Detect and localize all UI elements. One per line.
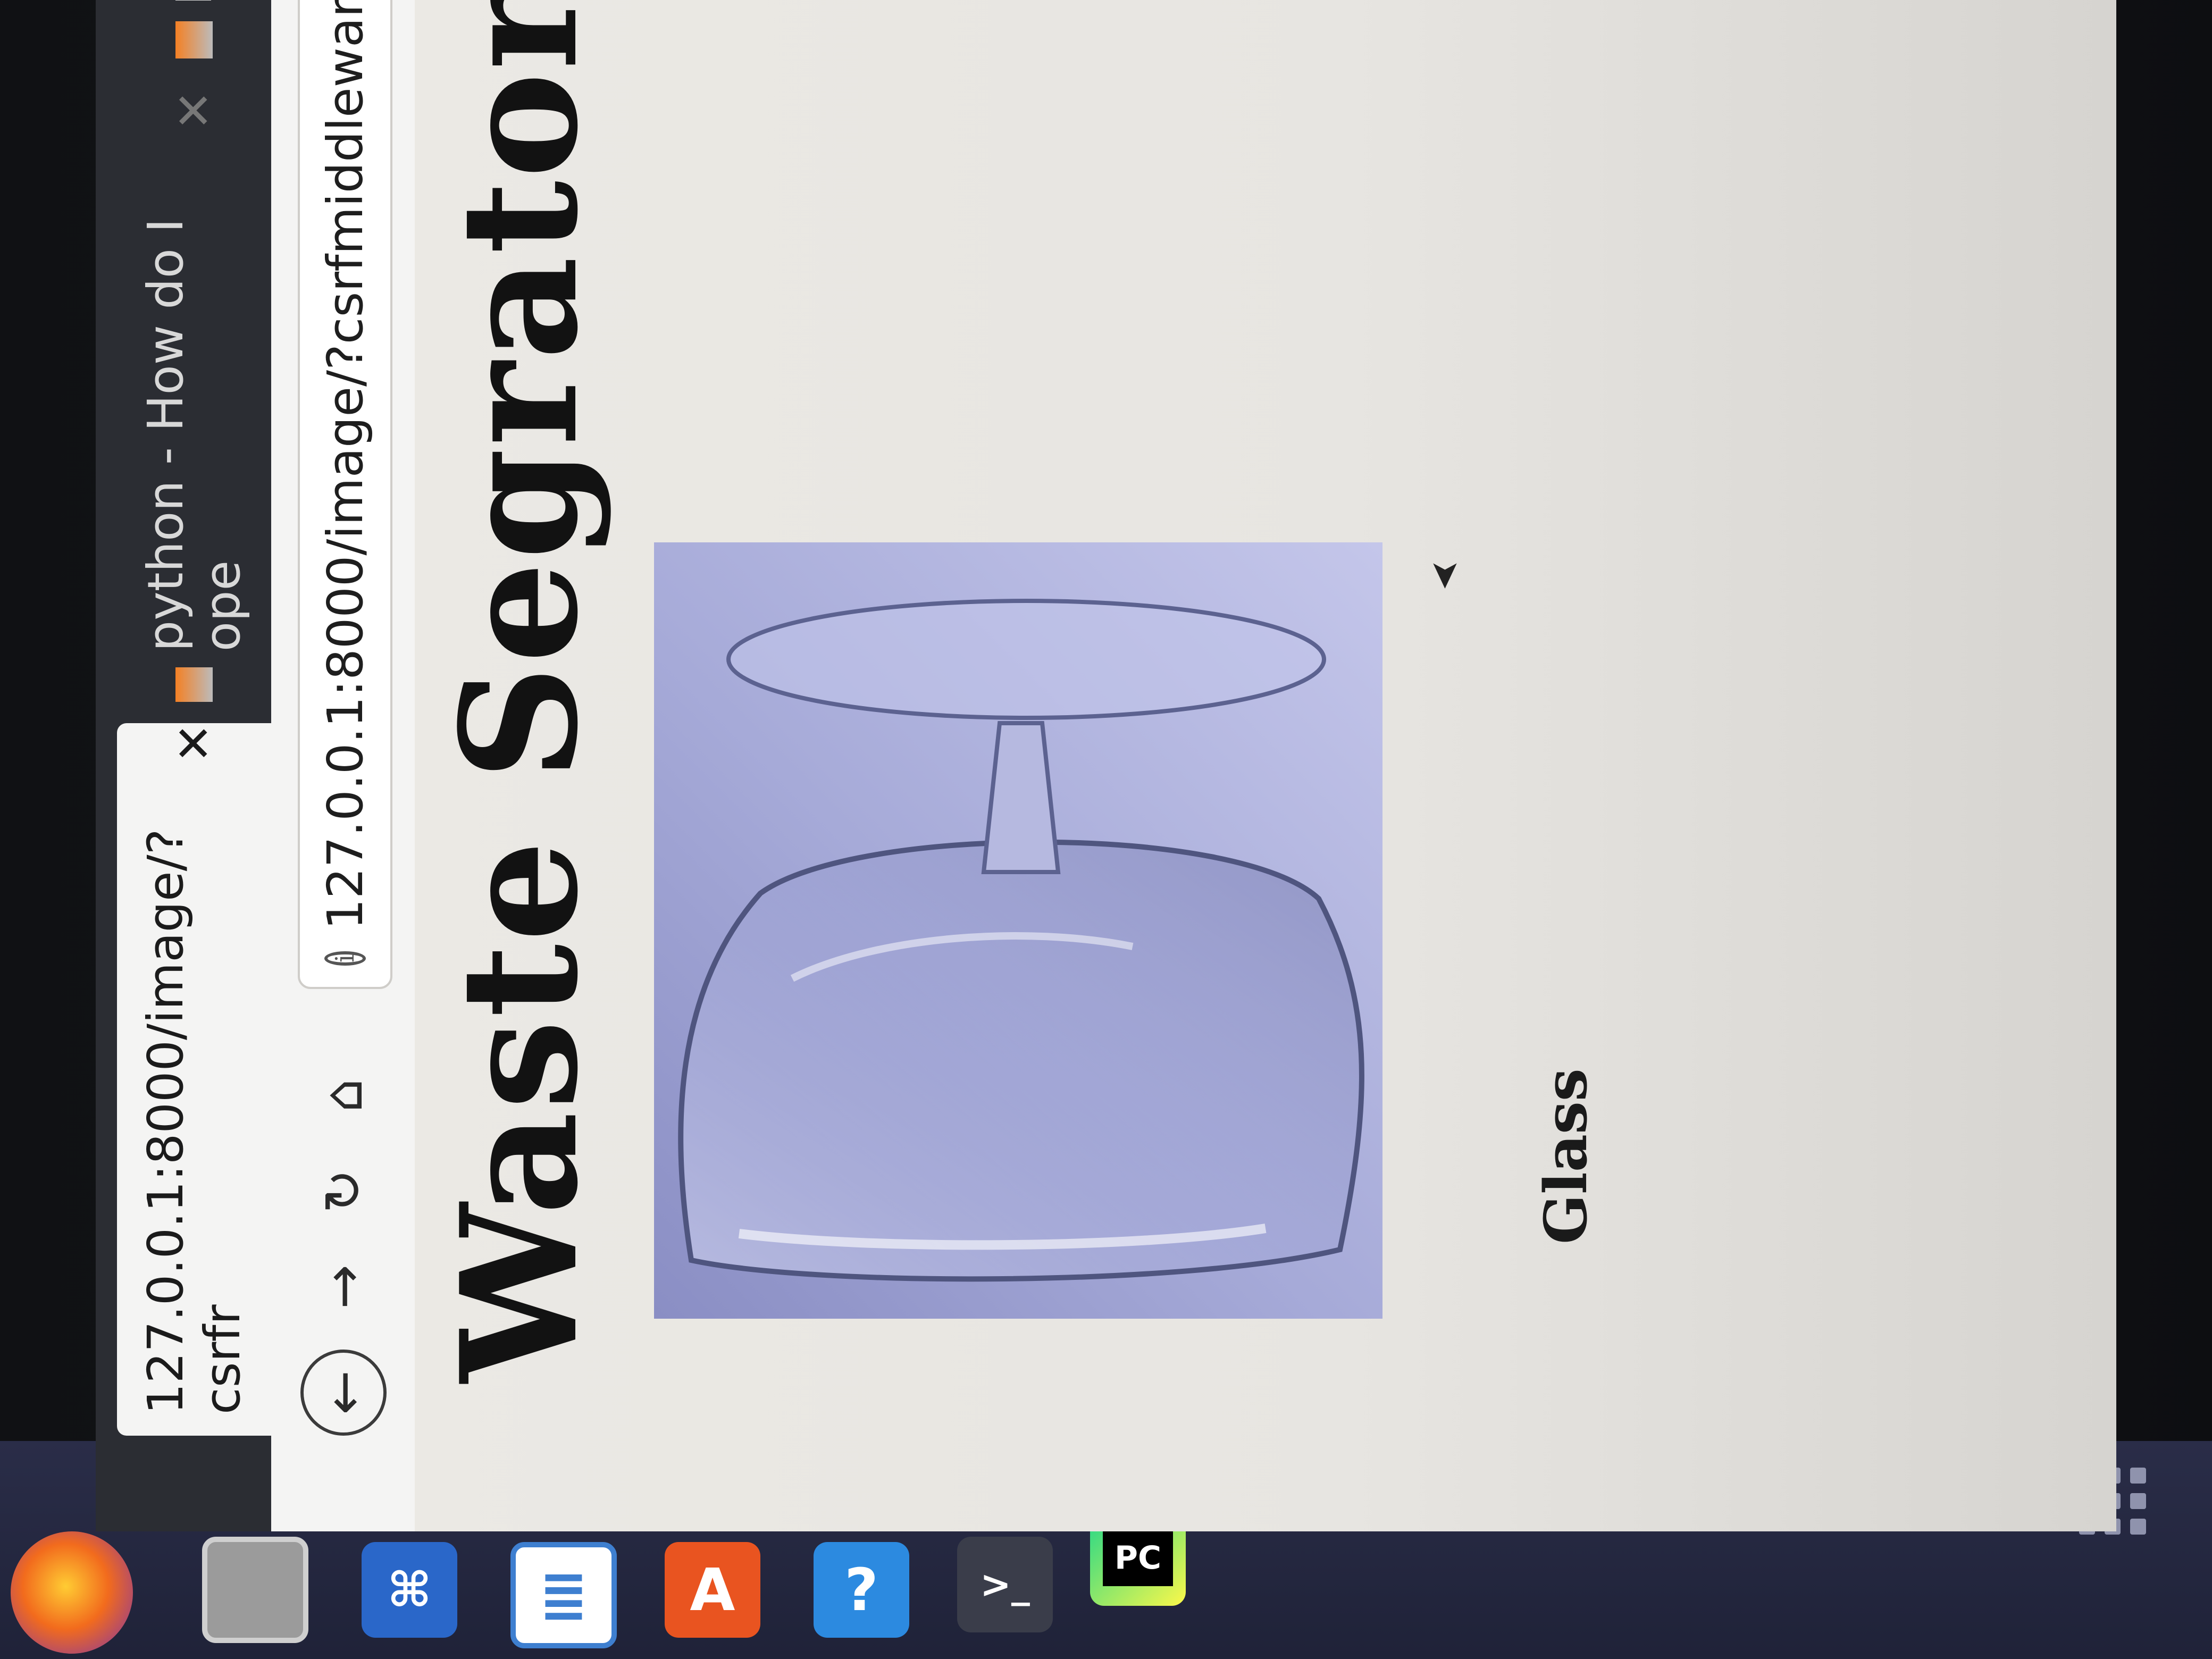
software-center-icon[interactable]: A	[665, 1542, 760, 1638]
stackoverflow-icon	[175, 21, 213, 58]
forward-arrow-icon: →	[312, 1264, 374, 1309]
writer-icon[interactable]: ≣	[510, 1542, 617, 1648]
reload-icon: ↻	[312, 1169, 374, 1213]
back-button[interactable]: ←	[300, 1350, 387, 1436]
page-title: Waste Segrator	[425, 0, 613, 1382]
home-icon: ⌂	[312, 1078, 374, 1112]
browser-window: 127.0.0.1:8000/image/?csrfr ✕ python - H…	[96, 0, 2116, 1531]
prediction-label: Glass	[1531, 1068, 1600, 1244]
tab-label: Need to install urllib2	[166, 0, 223, 5]
home-button[interactable]: ⌂	[300, 1053, 386, 1138]
info-icon[interactable]: i	[324, 951, 366, 966]
tab-close-icon[interactable]: ✕	[166, 723, 222, 763]
tab-label: python - How do I ope	[137, 218, 251, 652]
tab-urllib2[interactable]: Need to install urllib2	[117, 0, 271, 58]
nav-bar: ← → ↻ ⌂ i 127.0.0.1:8000/image/?csrfmidd…	[271, 0, 416, 1531]
wine-glass-icon	[678, 599, 1364, 1282]
back-arrow-icon: ←	[312, 1370, 375, 1415]
firefox-icon[interactable]	[11, 1531, 133, 1654]
help-icon[interactable]: ?	[814, 1542, 909, 1638]
tab-active[interactable]: 127.0.0.1:8000/image/?csrfr ✕	[117, 723, 271, 1436]
vscode-icon[interactable]: ⌘	[362, 1542, 457, 1638]
terminal-icon[interactable]: >_	[957, 1537, 1053, 1632]
files-icon[interactable]	[202, 1537, 308, 1643]
forward-button[interactable]: →	[300, 1244, 386, 1329]
url-text: 127.0.0.1:8000/image/?csrfmiddlewaretoke…	[316, 0, 374, 930]
reload-button[interactable]: ↻	[300, 1149, 386, 1234]
page-content: Waste Segrator Glass	[415, 0, 2116, 1531]
tab-active-label: 127.0.0.1:8000/image/?csrfr	[137, 828, 251, 1414]
tab-close-icon[interactable]: ✕	[166, 90, 222, 130]
uploaded-image	[654, 542, 1382, 1319]
tab-bar: 127.0.0.1:8000/image/?csrfr ✕ python - H…	[96, 0, 271, 1531]
mouse-cursor-icon: ➤	[1424, 559, 1468, 591]
url-bar[interactable]: i 127.0.0.1:8000/image/?csrfmiddlewareto…	[298, 0, 392, 989]
tab-python-question[interactable]: python - How do I ope ✕	[117, 90, 271, 702]
stackoverflow-icon	[175, 667, 213, 702]
